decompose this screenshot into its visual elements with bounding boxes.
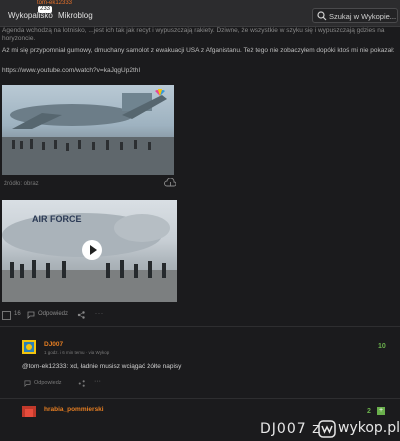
post-body-text: Aż mi się przypomniał gumowy, dmuchany s… — [2, 47, 395, 54]
comment-reply-link[interactable]: Odpowiedz — [34, 380, 62, 386]
share-icon[interactable] — [78, 380, 85, 387]
post-partial-line-2: horyzoncie. — [2, 35, 36, 42]
footer-user: DJ007 z — [260, 421, 320, 437]
post-partial-text: Agenda wchodzą na lotnisko, ...jest ich … — [2, 27, 398, 43]
divider — [0, 326, 400, 327]
cloud-download-icon[interactable] — [164, 178, 176, 188]
search-placeholder: Szukaj w Wykopie... — [329, 12, 397, 21]
image-source-label[interactable]: źródło: obraz — [4, 181, 39, 187]
wykop-logo-icon — [318, 420, 336, 438]
comment-user[interactable]: DJ007 — [44, 341, 63, 348]
more-options-icon[interactable]: ··· — [95, 311, 104, 317]
comment: DJ007 1 godz. i 6 min temu · via Wykop 1… — [22, 338, 392, 398]
more-options-icon[interactable]: ··· — [94, 378, 101, 385]
comment-score: 2 — [367, 408, 371, 415]
footer-username: DJ007 — [260, 421, 307, 437]
post-partial-line: Agenda wchodzą na lotnisko, ...jest ich … — [2, 27, 385, 34]
comment: hrabia_pommierski 2 + — [22, 404, 392, 420]
image-caption-overlay — [6, 169, 96, 173]
youtube-link[interactable]: https://www.youtube.com/watch?v=kaJqgUp2… — [2, 67, 140, 74]
plus-icon[interactable] — [2, 311, 11, 320]
divider — [0, 398, 400, 399]
post-body: Aż mi się przypomniał gumowy, dmuchany s… — [2, 46, 398, 61]
airplane-photo-illustration — [2, 93, 174, 175]
plus-count: 16 — [14, 311, 21, 317]
wykop-logo-text: wykop.pl — [338, 420, 400, 436]
post-actions: 16 Odpowiedz ··· — [0, 309, 200, 323]
post-link-wrap: https://www.youtube.com/watch?v=kaJqgUp2… — [2, 67, 400, 74]
nbc-logo-icon — [155, 89, 165, 96]
footer-watermark: DJ007 z wykop.pl — [0, 417, 400, 441]
post-video-thumbnail[interactable]: AIR FORCE — [2, 200, 177, 302]
air-force-text: AIR FORCE — [32, 214, 82, 224]
vote-plus-button[interactable]: + — [377, 407, 385, 415]
comment-meta: 1 godz. i 6 min temu · via Wykop — [44, 350, 110, 355]
reply-icon[interactable] — [24, 380, 31, 387]
reply-icon[interactable] — [27, 311, 35, 319]
avatar[interactable] — [22, 340, 36, 354]
top-navigation-bar: tom-ek12333 233 Wykopalisko Mikroblog Sz… — [0, 0, 400, 27]
comment-text: @tom-ek12333: xd, ładnie musisz wciągać … — [22, 363, 182, 370]
play-button[interactable] — [82, 240, 102, 260]
search-icon — [317, 11, 327, 21]
reply-link[interactable]: Odpowiedz — [38, 311, 68, 317]
tab-mikroblog[interactable]: Mikroblog — [58, 11, 93, 20]
comment-score: 10 — [378, 343, 386, 350]
post-image[interactable] — [2, 85, 174, 175]
wykop-logo: wykop.pl — [318, 420, 400, 438]
share-icon[interactable] — [77, 311, 85, 319]
tab-wykopalisko[interactable]: Wykopalisko — [8, 11, 53, 20]
search-input[interactable]: Szukaj w Wykopie... — [312, 8, 398, 23]
comment-user[interactable]: hrabia_pommierski — [44, 406, 104, 413]
